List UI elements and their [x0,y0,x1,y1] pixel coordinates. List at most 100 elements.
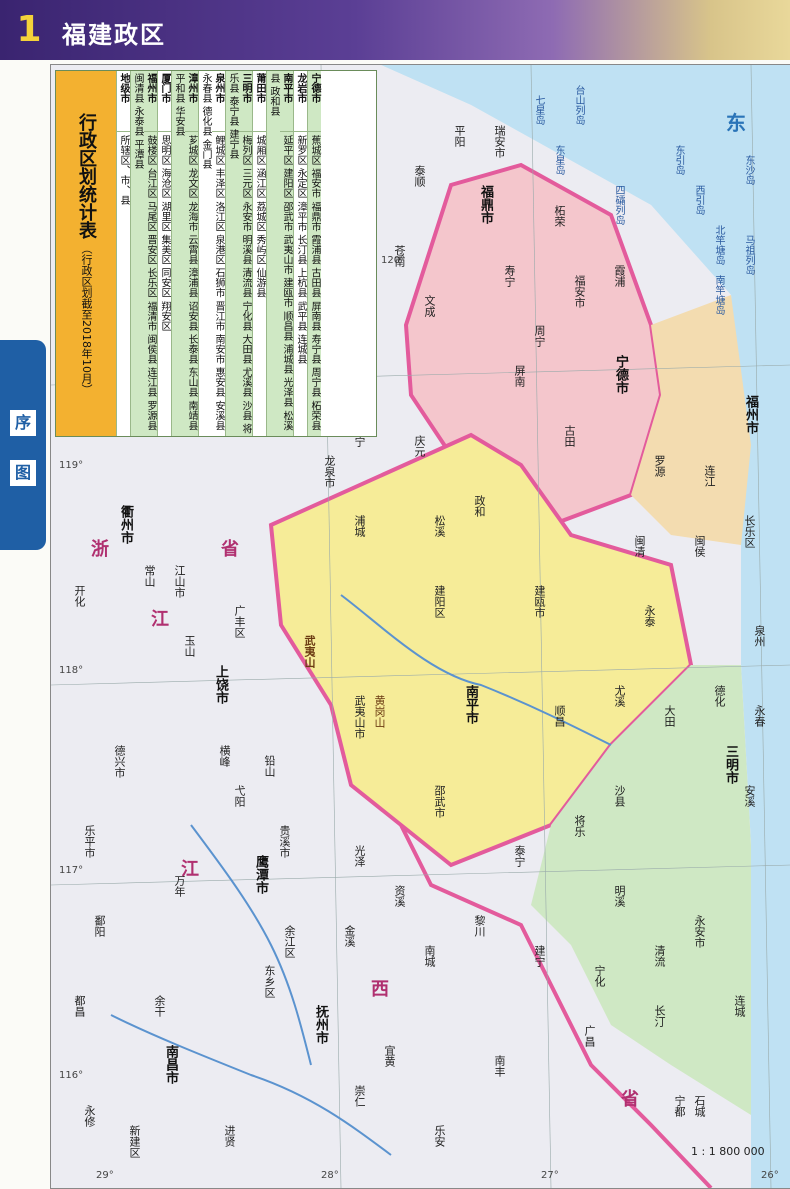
city-label: 周宁 [533,325,546,347]
mountain-label: 武夷山 [303,635,316,668]
table-row: 漳州市 芗城区 龙文区 龙海市 云霄县 漳浦县 诏安县 长泰县 东山县 南靖县 … [171,71,198,436]
degree-label: 118° [59,665,84,676]
scale-label: 1 : 1 800 000 [691,1145,765,1158]
city-fuding[interactable]: 福鼎市 [476,185,495,224]
city-label: 松溪 [433,515,446,537]
city-label: 黎川 [473,915,486,937]
degree-label: 27° [541,1170,559,1181]
city-label: 横峰 [218,745,231,767]
city-nanping[interactable]: 南平市 [461,685,480,724]
city-shangrao[interactable]: 上饶市 [211,665,230,704]
city-label: 将乐 [573,815,586,837]
city-yingtan[interactable]: 鹰潭市 [251,855,270,894]
city-label: 永春 [753,705,766,727]
table-row-city: 泉州市 [212,73,225,132]
city-label: 泰顺 [413,165,426,187]
city-label: 连城 [733,995,746,1017]
page-title: 福建政区 [62,21,166,49]
province-label-xi: 西 [371,979,389,1000]
city-label: 邵武市 [433,785,446,818]
city-label: 建宁 [533,945,546,967]
table-subtitle: （行政区划截至2018年10月） [80,242,93,395]
city-label: 铅山 [263,755,276,777]
city-label: 罗源 [653,455,666,477]
table-row: 三明市 梅列区 三元区 永安市 明溪县 清流县 宁化县 大田县 尤溪县 沙县 将… [225,71,252,436]
city-label: 永泰 [643,605,656,627]
city-label: 光泽 [353,845,366,867]
degree-label: 26° [761,1170,779,1181]
city-label: 文成 [423,295,436,317]
island-label: 台山列岛 [573,85,584,125]
table-row-city: 漳州市 [185,73,198,132]
city-label: 南丰 [493,1055,506,1077]
city-quzhou[interactable]: 衢州市 [116,505,135,544]
mountain-label: 黄岗山 [373,695,386,728]
city-label: 鄱阳 [93,915,106,937]
city-label: 宜黄 [383,1045,396,1067]
table-row-city: 龙岩市 [294,73,307,132]
city-label: 万年 [173,875,186,897]
city-label: 德化 [713,685,726,707]
province-label-zhe: 浙 [91,539,109,560]
table-head-city: 地级市 [117,73,130,132]
city-label: 江山市 [173,565,186,598]
city-label: 建阳区 [433,585,446,618]
table-row-districts: 蕉城区 福安市 福鼎市 霞浦县 古田县 屏南县 寿宁县 周宁县 柘荣县 [309,135,320,431]
city-label: 金溪 [343,925,356,947]
sea-label: 东 [726,111,746,135]
city-fuzhou-jx[interactable]: 抚州市 [311,1005,330,1044]
city-label: 福安市 [573,275,586,308]
province-label-sheng2: 省 [621,1089,639,1110]
table-row: 龙岩市 新罗区 永定区 漳平市 长汀县 上杭县 武平县 连城县 [293,71,307,436]
city-nanchang[interactable]: 南昌市 [161,1045,180,1084]
degree-label: 117° [59,865,84,876]
table-row-districts: 新罗区 永定区 漳平市 长汀县 上杭县 武平县 连城县 [295,135,306,365]
province-label-jiang: 江 [151,609,169,630]
table-row: 宁德市 蕉城区 福安市 福鼎市 霞浦县 古田县 屏南县 寿宁县 周宁县 柘荣县 [307,71,321,436]
city-sanming[interactable]: 三明市 [721,745,740,784]
table-row-city: 厦门市 [158,73,171,132]
city-label: 龙泉市 [323,455,336,488]
island-label: 南竿塘岛 [713,275,724,315]
city-label: 平阳 [453,125,466,147]
degree-label: 29° [96,1170,114,1181]
city-label: 开化 [73,585,86,607]
section-tab-char-2: 图 [10,460,36,486]
city-label: 寿宁 [503,265,516,287]
section-tab[interactable]: 序 图 [0,340,46,550]
city-label: 南城 [423,945,436,967]
island-label: 西引岛 [693,185,704,215]
city-ningde[interactable]: 宁德市 [611,355,630,394]
table-row: 莆田市 城厢区 涵江区 荔城区 秀屿区 仙游县 [252,71,266,436]
city-label: 连江 [703,465,716,487]
degree-label: 119° [59,460,84,471]
city-label: 沙县 [613,785,626,807]
city-label: 石城 [693,1095,706,1117]
city-label: 庆元 [413,435,426,457]
city-fuzhou[interactable]: 福州市 [741,395,760,434]
city-label: 柘荣 [553,205,566,227]
table-row-city: 宁德市 [308,73,321,132]
city-label: 泰宁 [513,845,526,867]
table-row: 福州市 鼓楼区 台江区 马尾区 晋安区 长乐区 福清市 闽侯县 连江县 罗源县 … [130,71,157,436]
city-label: 安溪 [743,785,756,807]
city-label: 长乐区 [743,515,756,548]
island-label: 北竿塘岛 [713,225,724,265]
city-label: 尤溪 [613,685,626,707]
city-label: 瑞安市 [493,125,506,158]
table-columns: 地级市 所辖区、市、县 福州市 鼓楼区 台江区 马尾区 晋安区 长乐区 福清市 … [116,71,376,436]
island-label: 七星岛 [533,95,544,125]
province-label-sheng: 省 [221,539,239,560]
city-label: 余江区 [283,925,296,958]
admin-table: 行政区划统计表 （行政区划截至2018年10月） 地级市 所辖区、市、县 福州市… [55,70,377,437]
degree-label: 28° [321,1170,339,1181]
city-label: 浦城 [353,515,366,537]
table-row-city: 福州市 [144,73,157,132]
island-label: 东引岛 [673,145,684,175]
city-label: 明溪 [613,885,626,907]
city-label: 宁都 [673,1095,686,1117]
city-label: 清流 [653,945,666,967]
city-label: 余干 [153,995,166,1017]
table-row: 泉州市 鲤城区 丰泽区 洛江区 泉港区 石狮市 晋江市 南安市 惠安县 安溪县 … [198,71,225,436]
page-header: 1 福建政区 [0,0,790,60]
